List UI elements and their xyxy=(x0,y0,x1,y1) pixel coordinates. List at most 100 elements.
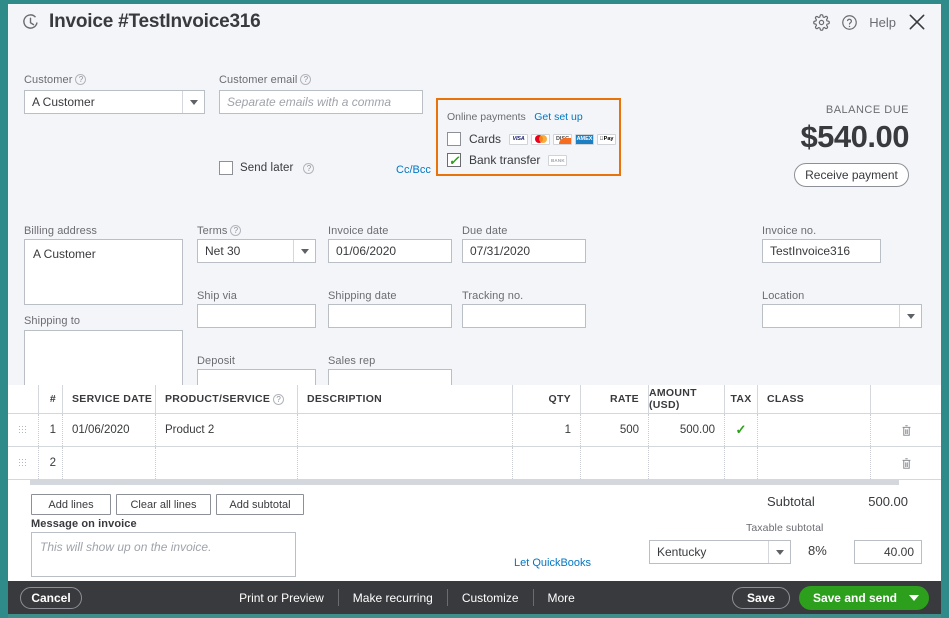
save-and-send-button[interactable]: Save and send xyxy=(798,585,929,610)
add-subtotal-button[interactable]: Add subtotal xyxy=(216,494,304,515)
row-qty[interactable] xyxy=(512,447,580,479)
online-payments-box: Online payments Get set up Cards VISA DI… xyxy=(436,98,621,176)
close-x-icon[interactable] xyxy=(907,12,927,32)
row-amount[interactable]: 500.00 xyxy=(648,414,724,446)
chevron-down-icon[interactable] xyxy=(182,91,204,113)
billing-address-textarea[interactable]: A Customer xyxy=(24,239,183,305)
tracking-no-label: Tracking no. xyxy=(462,290,524,302)
gear-icon[interactable] xyxy=(813,13,831,31)
invoice-date-input[interactable]: 01/06/2020 xyxy=(328,239,452,263)
row-delete-button[interactable] xyxy=(870,447,941,479)
row-tax-checkmark-icon[interactable]: ✓ xyxy=(724,414,757,446)
row-amount[interactable] xyxy=(648,447,724,479)
balance-due-label: BALANCE DUE xyxy=(825,104,909,116)
row-drag-handle[interactable] xyxy=(8,425,38,435)
message-on-invoice-textarea[interactable]: This will show up on the invoice. xyxy=(31,532,296,577)
cards-checkbox[interactable] xyxy=(447,132,461,146)
table-row[interactable]: 2 xyxy=(8,447,941,480)
tax-amount-input[interactable]: 40.00 xyxy=(854,540,922,564)
customer-email-input[interactable]: Separate emails with a comma xyxy=(219,90,423,114)
help-tooltip-icon[interactable]: ? xyxy=(273,393,285,405)
row-service-date[interactable]: 01/06/2020 xyxy=(62,414,155,446)
tracking-no-input[interactable] xyxy=(462,304,586,328)
let-quickbooks-link[interactable]: Let QuickBooks xyxy=(514,557,591,569)
clear-all-lines-button[interactable]: Clear all lines xyxy=(116,494,211,515)
location-label: Location xyxy=(762,290,805,302)
cancel-button[interactable]: Cancel xyxy=(20,586,82,609)
help-tooltip-icon[interactable]: ? xyxy=(75,74,87,85)
help-tooltip-icon[interactable]: ? xyxy=(230,225,242,236)
help-circle-icon[interactable] xyxy=(841,14,858,31)
header-class: CLASS xyxy=(757,385,870,413)
send-later-checkbox-group[interactable]: Send later ? xyxy=(219,161,315,175)
row-product[interactable] xyxy=(155,447,297,479)
header-tax: TAX xyxy=(724,385,757,413)
row-description[interactable] xyxy=(297,414,512,446)
row-product[interactable]: Product 2 xyxy=(155,414,297,446)
send-later-label: Send later xyxy=(240,162,294,174)
card-brand-icons: VISA DISC AMEX Pay xyxy=(509,133,617,145)
table-row[interactable]: 1 01/06/2020 Product 2 1 500 500.00 ✓ xyxy=(8,414,941,447)
invoice-no-input[interactable]: TestInvoice316 xyxy=(762,239,881,263)
terms-value: Net 30 xyxy=(205,244,241,258)
row-qty[interactable]: 1 xyxy=(512,414,580,446)
tax-rate-value: 8% xyxy=(808,543,827,558)
location-select[interactable] xyxy=(762,304,922,328)
help-tooltip-icon[interactable]: ? xyxy=(300,74,312,85)
line-items-table: # SERVICE DATE PRODUCT/SERVICE? DESCRIPT… xyxy=(8,385,941,485)
more-button[interactable]: More xyxy=(534,591,589,605)
invoice-no-label: Invoice no. xyxy=(762,225,817,237)
cards-payment-row[interactable]: Cards VISA DISC AMEX Pay xyxy=(447,132,617,146)
header-actions xyxy=(870,385,941,413)
shipping-date-label: Shipping date xyxy=(328,290,397,302)
make-recurring-button[interactable]: Make recurring xyxy=(339,591,447,605)
print-or-preview-button[interactable]: Print or Preview xyxy=(225,591,338,605)
row-service-date[interactable] xyxy=(62,447,155,479)
row-drag-handle[interactable] xyxy=(8,458,38,468)
bank-icon: BANK xyxy=(548,154,568,166)
header-product-service: PRODUCT/SERVICE? xyxy=(155,385,297,413)
terms-select[interactable]: Net 30 xyxy=(197,239,316,263)
add-lines-button[interactable]: Add lines xyxy=(31,494,111,515)
terms-label: Terms? xyxy=(197,225,242,237)
online-payments-header: Online payments Get set up xyxy=(447,107,610,125)
customer-select[interactable]: A Customer xyxy=(24,90,205,114)
customer-email-label: Customer email? xyxy=(219,74,312,86)
header-actions: Help xyxy=(813,12,927,32)
tax-region-select[interactable]: Kentucky xyxy=(649,540,791,564)
customer-value: A Customer xyxy=(32,95,95,109)
send-later-checkbox[interactable] xyxy=(219,161,233,175)
receive-payment-button[interactable]: Receive payment xyxy=(794,163,909,187)
save-button[interactable]: Save xyxy=(731,586,790,609)
deposit-label: Deposit xyxy=(197,355,235,367)
row-delete-button[interactable] xyxy=(870,414,941,446)
row-num: 2 xyxy=(38,447,62,479)
row-rate[interactable] xyxy=(580,447,648,479)
row-class[interactable] xyxy=(757,414,870,446)
chevron-down-icon[interactable] xyxy=(768,541,790,563)
row-tax[interactable] xyxy=(724,447,757,479)
header-num: # xyxy=(38,385,62,413)
shipping-date-input[interactable] xyxy=(328,304,452,328)
bank-transfer-row[interactable]: ✓ Bank transfer BANK xyxy=(447,153,610,167)
row-num: 1 xyxy=(38,414,62,446)
chevron-down-icon[interactable] xyxy=(909,594,919,601)
cc-bcc-link[interactable]: Cc/Bcc xyxy=(396,164,431,176)
table-footer-section: Add lines Clear all lines Add subtotal M… xyxy=(8,485,941,581)
sales-rep-label: Sales rep xyxy=(328,355,376,367)
bank-transfer-checkbox[interactable]: ✓ xyxy=(447,153,461,167)
help-tooltip-icon[interactable]: ? xyxy=(303,162,315,174)
online-payments-title: Online payments xyxy=(447,111,526,123)
due-date-input[interactable]: 07/31/2020 xyxy=(462,239,586,263)
help-label[interactable]: Help xyxy=(869,15,896,30)
row-rate[interactable]: 500 xyxy=(580,414,648,446)
get-set-up-link[interactable]: Get set up xyxy=(534,111,582,123)
row-class[interactable] xyxy=(757,447,870,479)
chevron-down-icon[interactable] xyxy=(899,305,921,327)
customize-button[interactable]: Customize xyxy=(448,591,533,605)
ship-via-input[interactable] xyxy=(197,304,316,328)
chevron-down-icon[interactable] xyxy=(293,240,315,262)
header-rate: RATE xyxy=(580,385,648,413)
row-description[interactable] xyxy=(297,447,512,479)
due-date-label: Due date xyxy=(462,225,508,237)
